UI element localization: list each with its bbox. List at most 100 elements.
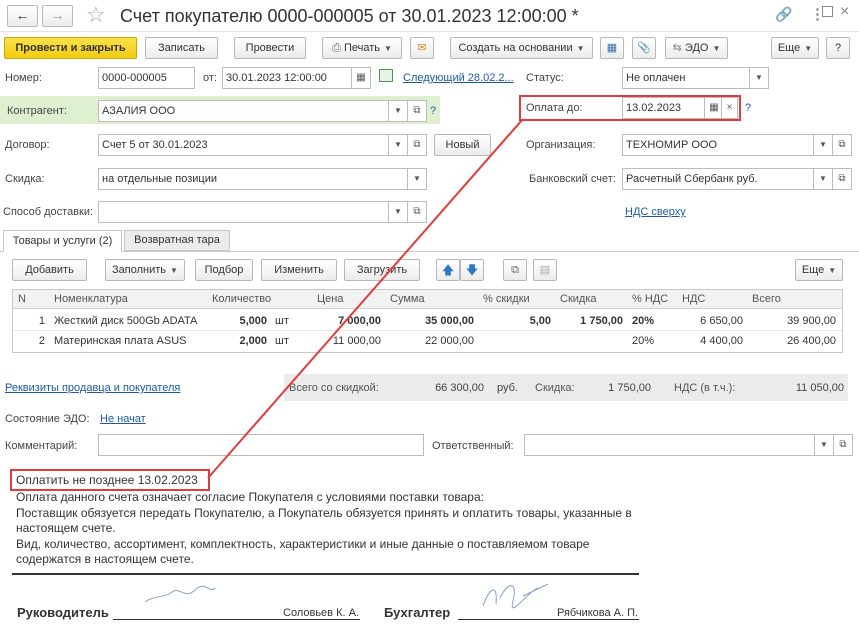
new-contract-button[interactable]: Новый: [434, 134, 491, 156]
bank-account-field[interactable]: Расчетный Сбербанк руб.: [622, 168, 818, 190]
col-header-item: Номенклатура: [54, 293, 128, 305]
row1-name[interactable]: Жесткий диск 500Gb ADATA: [54, 311, 197, 331]
edo-button[interactable]: ⇆ ЭДО ▼: [665, 37, 728, 59]
contractor-help-icon[interactable]: ?: [430, 104, 436, 118]
number-field[interactable]: 0000-000005: [98, 67, 195, 89]
total-discounted-label: Всего со скидкой:: [289, 382, 379, 394]
more-button[interactable]: Еще ▼: [771, 37, 819, 59]
next-document-link[interactable]: Следующий 28.02.2...: [403, 71, 514, 85]
row2-qty[interactable]: 2,000: [215, 331, 267, 351]
maximize-icon[interactable]: [822, 6, 833, 17]
attach-button[interactable]: 📎: [632, 37, 656, 59]
delivery-field[interactable]: [98, 201, 394, 223]
link-icon[interactable]: 🔗: [775, 6, 792, 23]
contractor-open-icon[interactable]: ⧉: [407, 100, 427, 122]
contract-field[interactable]: Счет 5 от 30.01.2023: [98, 134, 394, 156]
col-header-price: Цена: [317, 293, 344, 305]
row1-disc-pct[interactable]: 5,00: [500, 311, 551, 331]
structure-button[interactable]: ▦: [600, 37, 624, 59]
edo-state-link[interactable]: Не начат: [100, 412, 146, 426]
table-more-label: Еще: [801, 264, 825, 276]
paste-icon[interactable]: ▤: [533, 259, 557, 281]
print-button[interactable]: ⎙ Печать ▼: [322, 37, 402, 59]
responsible-open-icon[interactable]: ⧉: [833, 434, 853, 456]
comment-label: Комментарий:: [5, 440, 78, 452]
calendar-icon[interactable]: ▦: [351, 67, 371, 89]
delivery-dropdown-icon[interactable]: ▼: [388, 201, 408, 223]
contractor-field[interactable]: АЗАЛИЯ ООО: [98, 100, 394, 122]
fill-button[interactable]: Заполнить ▼: [105, 259, 185, 281]
col-header-disc: Скидка: [560, 293, 597, 305]
change-button[interactable]: Изменить: [261, 259, 337, 281]
pay-until-help-icon[interactable]: ?: [745, 101, 751, 115]
pay-until-clear-icon[interactable]: ×: [721, 97, 738, 119]
head-signature: [144, 585, 216, 603]
select-button[interactable]: Подбор: [195, 259, 253, 281]
col-header-n: N: [18, 293, 26, 305]
next-doc-icon: [379, 69, 393, 82]
total-vat-value: 11 050,00: [795, 382, 844, 394]
responsible-dropdown-icon[interactable]: ▼: [814, 434, 834, 456]
status-label: Статус:: [526, 72, 564, 84]
load-button[interactable]: Загрузить: [344, 259, 420, 281]
discount-select[interactable]: на отдельные позиции: [98, 168, 413, 190]
table-more-button[interactable]: Еще ▼: [795, 259, 843, 281]
contract-open-icon[interactable]: ⧉: [407, 134, 427, 156]
row1-vat-pct[interactable]: 20%: [632, 311, 654, 331]
terms-line-4: Вид, количество, ассортимент, комплектно…: [16, 537, 590, 551]
add-row-button[interactable]: Добавить: [12, 259, 87, 281]
print-label: Печать: [343, 42, 380, 54]
close-icon[interactable]: ×: [840, 3, 849, 21]
chevron-down-icon: ▼: [828, 266, 837, 275]
chevron-down-icon: ▼: [576, 44, 585, 53]
responsible-field[interactable]: [524, 434, 820, 456]
status-dropdown-icon[interactable]: ▼: [749, 67, 769, 89]
contract-label: Договор:: [5, 139, 50, 151]
star-icon[interactable]: ☆: [86, 2, 106, 28]
row1-disc[interactable]: 1 750,00: [560, 311, 623, 331]
row2-vat: 4 400,00: [700, 335, 743, 347]
bank-dropdown-icon[interactable]: ▼: [813, 168, 833, 190]
move-up-button[interactable]: 🡅: [436, 259, 460, 281]
delivery-open-icon[interactable]: ⧉: [407, 201, 427, 223]
post-button[interactable]: Провести: [234, 37, 306, 59]
row2-name[interactable]: Материнская плата ASUS: [54, 331, 187, 351]
bank-open-icon[interactable]: ⧉: [832, 168, 852, 190]
status-select[interactable]: Не оплачен: [622, 67, 752, 89]
move-down-button[interactable]: 🡇: [460, 259, 484, 281]
contract-dropdown-icon[interactable]: ▼: [388, 134, 408, 156]
forward-button[interactable]: →: [42, 5, 73, 27]
save-button[interactable]: Записать: [145, 37, 218, 59]
copy-icon[interactable]: ⧉: [503, 259, 527, 281]
row1-price[interactable]: 7 000,00: [310, 311, 381, 331]
vat-on-top-link[interactable]: НДС сверху: [625, 205, 686, 219]
col-header-total: Всего: [752, 293, 781, 305]
from-label: от:: [203, 72, 217, 84]
create-based-button[interactable]: Создать на основании ▼: [450, 37, 593, 59]
comment-field[interactable]: [98, 434, 424, 456]
row1-qty[interactable]: 5,000: [215, 311, 267, 331]
total-discount-label: Скидка:: [535, 382, 575, 394]
discount-dropdown-icon[interactable]: ▼: [407, 168, 427, 190]
date-field[interactable]: 30.01.2023 12:00:00: [222, 67, 355, 89]
contractor-dropdown-icon[interactable]: ▼: [388, 100, 408, 122]
pay-until-field[interactable]: 13.02.2023: [622, 97, 708, 119]
requisites-link[interactable]: Реквизиты продавца и покупателя: [5, 381, 180, 395]
row1-sum[interactable]: 35 000,00: [395, 311, 474, 331]
chevron-down-icon: ▼: [384, 44, 392, 53]
row2-price[interactable]: 11 000,00: [310, 331, 381, 351]
tab-returnable[interactable]: Возвратная тара: [124, 230, 230, 251]
col-header-vat-pct: % НДС: [632, 293, 669, 305]
organization-field[interactable]: ТЕХНОМИР ООО: [622, 134, 818, 156]
row1-n: 1: [38, 315, 45, 327]
back-button[interactable]: ←: [7, 5, 38, 27]
email-button[interactable]: ✉: [410, 37, 434, 59]
row2-vat-pct[interactable]: 20%: [632, 331, 654, 351]
tab-goods[interactable]: Товары и услуги (2): [3, 230, 122, 252]
pay-before-text: Оплатить не позднее 13.02.2023: [16, 473, 198, 487]
organization-dropdown-icon[interactable]: ▼: [813, 134, 833, 156]
post-and-close-button[interactable]: Провести и закрыть: [4, 37, 137, 59]
row2-sum[interactable]: 22 000,00: [395, 331, 474, 351]
help-button[interactable]: ?: [826, 37, 850, 59]
organization-open-icon[interactable]: ⧉: [832, 134, 852, 156]
